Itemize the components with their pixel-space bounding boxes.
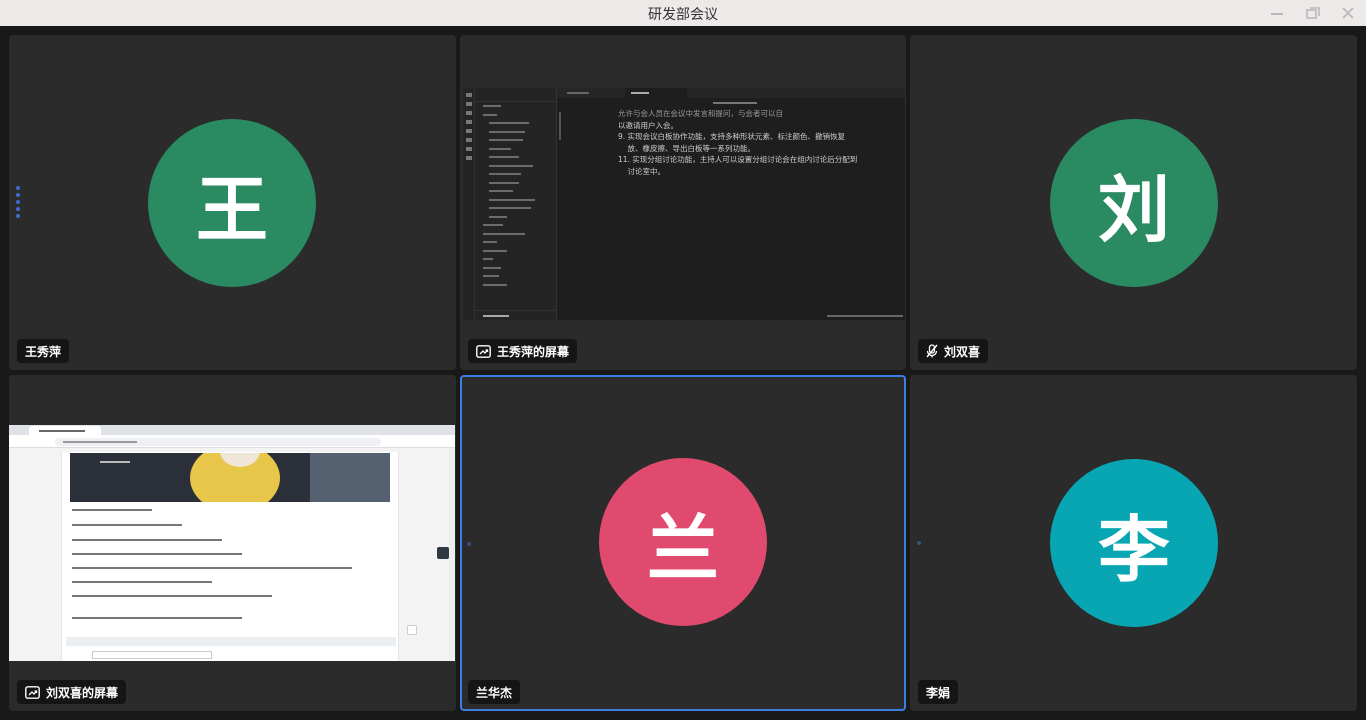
participant-tile-li[interactable]: 李 李娟 [910, 375, 1357, 711]
editor-file-tree [475, 88, 557, 320]
restore-icon[interactable] [1304, 4, 1322, 22]
participant-name: 王秀萍 [25, 344, 62, 359]
participant-tile-wang[interactable]: 王 王秀萍 [9, 35, 456, 370]
participant-tile-lan[interactable]: 兰 兰华杰 [460, 375, 906, 711]
participant-tile-liu-screen[interactable]: 刘双喜的屏幕 [9, 375, 456, 711]
name-tag: 刘双喜 [918, 339, 989, 363]
name-tag: 王秀萍的屏幕 [468, 339, 578, 363]
avatar: 刘 [1050, 119, 1218, 287]
back-to-top-button [407, 625, 417, 635]
mic-muted-icon [926, 344, 938, 358]
status-dot [917, 541, 921, 545]
page-floating-button [437, 547, 449, 559]
avatar: 王 [148, 119, 316, 287]
name-tag: 刘双喜的屏幕 [17, 680, 127, 704]
participant-name: 刘双喜的屏幕 [46, 685, 119, 700]
minimize-icon[interactable] [1268, 4, 1286, 22]
editor-activity-bar [463, 88, 475, 320]
participant-name: 兰华杰 [476, 685, 513, 700]
participant-tile-wang-screen[interactable]: 允许与会人员在会议中发言和提问，与会者可以自 以邀请用户入会。 9. 实现会议白板协… [460, 35, 906, 370]
shared-document-text: 允许与会人员在会议中发言和提问，与会者可以自 以邀请用户入会。 9. 实现会议白板协… [618, 109, 858, 176]
shared-screen-editor: 允许与会人员在会议中发言和提问，与会者可以自 以邀请用户入会。 9. 实现会议白板协… [462, 87, 906, 321]
name-tag: 王秀萍 [17, 339, 70, 363]
browser-address-bar [9, 435, 455, 448]
status-dot [467, 542, 471, 546]
video-thumbnail [70, 453, 390, 502]
browser-page [61, 452, 399, 661]
editor-status-bar [827, 315, 903, 317]
close-icon[interactable] [1339, 4, 1357, 22]
participant-name: 刘双喜 [944, 344, 981, 359]
avatar: 兰 [599, 458, 767, 626]
participant-name: 王秀萍的屏幕 [497, 344, 570, 359]
name-tag: 兰华杰 [468, 680, 521, 704]
avatar: 李 [1050, 459, 1218, 627]
participant-name: 李娟 [926, 685, 951, 700]
title-bar: 研发部会议 [0, 0, 1366, 26]
screen-share-icon [25, 685, 40, 699]
editor-breadcrumb [713, 102, 757, 104]
shared-screen-browser [9, 425, 455, 661]
window-title: 研发部会议 [648, 7, 718, 23]
editor-tabs [557, 88, 905, 98]
screen-share-icon [476, 344, 491, 358]
browser-tab-bar [9, 425, 455, 435]
speaking-indicator [16, 186, 21, 218]
name-tag: 李娟 [918, 680, 959, 704]
participant-grid: 王 王秀萍 允许与会人员在会议中发言和提问，与会者可以自 以邀请用户入会。 9.… [0, 26, 1366, 720]
participant-tile-liu[interactable]: 刘 刘双喜 [910, 35, 1357, 370]
